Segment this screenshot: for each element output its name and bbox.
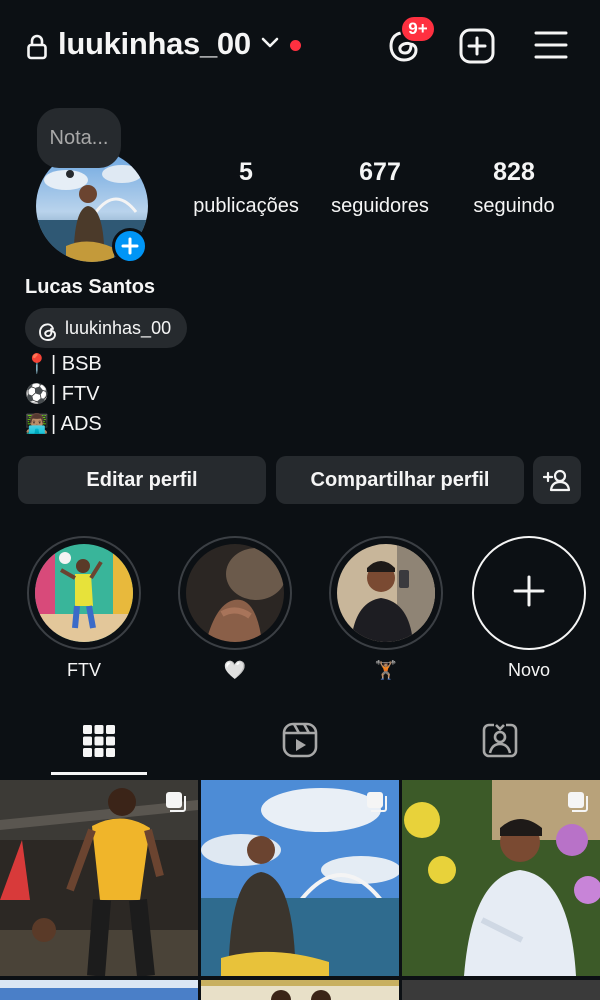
highlight-new[interactable]: Novo (472, 536, 586, 682)
chevron-down-icon[interactable] (260, 36, 280, 55)
bio-line: 👨🏽‍💻 | ADS (25, 412, 102, 436)
carousel-icon (164, 790, 188, 819)
post-thumbnail[interactable] (402, 780, 600, 976)
add-person-icon (542, 469, 571, 497)
share-profile-button[interactable]: Compartilhar perfil (276, 456, 524, 504)
stat-value: 677 (359, 158, 401, 186)
discover-people-button[interactable] (533, 456, 581, 504)
highlight-ring (329, 536, 443, 650)
post-thumbnail[interactable] (0, 780, 198, 976)
highlight-cover (337, 544, 435, 642)
bio-text: | BSB (51, 353, 102, 375)
notification-badge: 9+ (400, 15, 436, 43)
highlight-cover (35, 544, 133, 642)
threads-icon (37, 317, 59, 357)
stat-value: 828 (493, 158, 535, 186)
stat-following[interactable]: 828 seguindo (462, 158, 566, 218)
plus-icon (512, 574, 546, 613)
highlight-heart[interactable]: 🤍 (178, 536, 292, 682)
stat-label: seguidores (331, 195, 429, 217)
edit-profile-button[interactable]: Editar perfil (18, 456, 266, 504)
highlight-label: FTV (67, 660, 101, 680)
reels-icon[interactable] (282, 722, 318, 763)
note-tail (66, 170, 74, 178)
highlight-label: 🤍 (223, 660, 247, 680)
stat-followers[interactable]: 677 seguidores (322, 158, 438, 218)
bio-line: ⚽ | FTV (25, 382, 100, 406)
carousel-icon (365, 790, 389, 819)
post-thumbnail[interactable] (0, 980, 198, 1000)
stat-value: 5 (239, 158, 253, 186)
grid-icon[interactable] (82, 724, 116, 763)
technologist-emoji: 👨🏽‍💻 (25, 414, 49, 435)
highlight-ring (178, 536, 292, 650)
bio-line: 📍 | BSB (25, 352, 102, 376)
display-name: Lucas Santos (25, 276, 156, 298)
highlight-cover (186, 544, 284, 642)
threads-handle: luukinhas_00 (65, 318, 172, 338)
top-bar: luukinhas_00 9+ (0, 0, 600, 92)
post-thumbnail[interactable] (201, 780, 399, 976)
stat-posts[interactable]: 5 publicações (186, 158, 306, 218)
pin-emoji: 📍 (25, 354, 49, 375)
tagged-icon[interactable] (482, 722, 518, 763)
active-tab-indicator (51, 772, 147, 775)
lock-icon (26, 34, 48, 65)
stat-label: publicações (193, 195, 299, 217)
account-username-switcher[interactable]: luukinhas_00 (58, 26, 251, 62)
bio-text: | ADS (51, 413, 102, 435)
unread-dot (290, 40, 301, 51)
highlight-label: 🏋🏽 (374, 660, 398, 680)
new-highlight-ring (472, 536, 586, 650)
carousel-icon (566, 790, 590, 819)
highlight-label: Novo (507, 660, 551, 680)
highlight-ftv[interactable]: FTV (27, 536, 141, 682)
stat-label: seguindo (473, 195, 555, 217)
post-thumbnail[interactable] (201, 980, 399, 1000)
note-bubble[interactable]: Nota... (37, 108, 121, 168)
menu-icon[interactable] (534, 30, 568, 65)
soccer-ball-emoji: ⚽ (25, 384, 49, 405)
bio-text: | FTV (51, 383, 100, 405)
highlight-ring (27, 536, 141, 650)
create-post-icon[interactable] (459, 28, 495, 69)
threads-profile-link[interactable]: luukinhas_00 (25, 308, 188, 348)
add-story-button[interactable] (112, 228, 148, 264)
highlight-gym[interactable]: 🏋🏽 (329, 536, 443, 682)
profile-content-tabs (0, 712, 600, 776)
post-thumbnail[interactable] (402, 980, 600, 1000)
